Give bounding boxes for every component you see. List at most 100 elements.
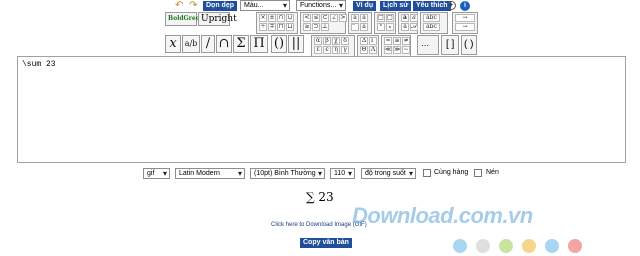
dots-matrix-icon: ⋯	[421, 41, 429, 50]
div-icon[interactable]: ÷	[259, 23, 267, 31]
perp-icon[interactable]: ⊥	[321, 23, 329, 31]
example-button[interactable]: Ví dụ	[353, 1, 377, 11]
lt-icon[interactable]: <	[303, 14, 311, 22]
chi-icon[interactable]: χ	[332, 37, 340, 45]
Gamma-icon[interactable]: Γ	[369, 37, 377, 45]
sqcap-icon[interactable]: ⊓	[277, 23, 285, 31]
dot-accent-icon[interactable]: ȧ	[360, 23, 368, 31]
sum-button[interactable]: Σ	[233, 35, 249, 53]
times-icon[interactable]: ×	[259, 14, 267, 22]
dpi-select[interactable]: 110	[330, 168, 355, 179]
sqcup-icon[interactable]: ⊔	[286, 23, 294, 31]
history-button[interactable]: Lịch sử	[380, 1, 412, 11]
operators-palette[interactable]: × ± ∩ ∪ ÷ ∓ ⊓ ⊔	[256, 12, 298, 34]
subset-icon[interactable]: ⊂	[321, 14, 329, 22]
redo-icon[interactable]: ↷	[189, 1, 199, 11]
slash-button[interactable]: /	[201, 35, 215, 53]
power-icon[interactable]: ⁿ	[377, 23, 385, 31]
arrows-palette[interactable]: → →	[452, 12, 478, 34]
watermark-dot	[545, 239, 559, 253]
Theta-icon[interactable]: Θ	[360, 46, 368, 54]
matrix-palette[interactable]: ⋯	[417, 35, 439, 55]
eta-icon[interactable]: η	[332, 46, 340, 54]
cup-icon[interactable]: ∪	[286, 14, 294, 22]
rendered-formula: ∑ 23	[306, 190, 334, 204]
size-select[interactable]: (10pt) Bình Thường	[250, 168, 325, 179]
rm-icon[interactable]: a	[401, 23, 409, 31]
norm-button[interactable]: ||	[288, 35, 304, 53]
paren-matrix-palette[interactable]: ( )	[461, 35, 477, 55]
Lambda-icon[interactable]: Λ	[369, 46, 377, 54]
format-select[interactable]: gif	[143, 168, 170, 179]
approx-icon[interactable]: ≈	[384, 37, 392, 45]
gg-icon[interactable]: ≫	[393, 46, 401, 54]
bf-icon[interactable]: a	[401, 14, 409, 22]
fraction-button[interactable]: a/b	[182, 35, 200, 53]
gt-icon[interactable]: >	[339, 14, 347, 22]
compress-checkbox[interactable]	[474, 169, 482, 177]
bold-green-button[interactable]: BoldGreen	[165, 12, 204, 26]
epsilon-icon[interactable]: ε	[314, 46, 322, 54]
cal-icon[interactable]: 𝒜	[410, 23, 418, 31]
superscript-button[interactable]: x	[165, 35, 181, 53]
bracket-matrix-palette[interactable]: [ ]	[441, 35, 459, 55]
angle-icon[interactable]: ∠	[330, 14, 338, 22]
mp-icon[interactable]: ∓	[268, 23, 276, 31]
watermark-dot	[499, 239, 513, 253]
latex-editor[interactable]: \sum 23	[17, 56, 626, 163]
ll-icon[interactable]: ≪	[384, 46, 392, 54]
subscript-icon[interactable]: □	[386, 14, 394, 22]
beta-icon[interactable]: β	[323, 37, 331, 45]
parentheses-button[interactable]: ()	[271, 35, 287, 53]
bar-icon[interactable]: ā	[360, 14, 368, 22]
add-favorite-icon[interactable]: +	[447, 1, 456, 10]
le-icon[interactable]: ≤	[312, 14, 320, 22]
it-icon[interactable]: a	[410, 14, 418, 22]
neq-icon[interactable]: ≠	[402, 37, 410, 45]
clear-button[interactable]: Dọn dẹp	[203, 1, 237, 11]
accents-palette[interactable]: âā ⃗ȧ	[348, 12, 372, 34]
sim-icon[interactable]: ∼	[402, 46, 410, 54]
watermark-logo: Download.com.vn	[352, 203, 533, 228]
copy-text-button[interactable]: Copy văn bản	[300, 238, 352, 248]
plus-minus-icon[interactable]: ±	[268, 14, 276, 22]
Delta-icon[interactable]: Δ	[360, 37, 368, 45]
watermark-dot	[522, 239, 536, 253]
underline-icon[interactable]: abc	[423, 23, 440, 31]
hat-icon[interactable]: â	[351, 14, 359, 22]
overline-icon[interactable]: abc	[423, 14, 440, 22]
color-select[interactable]: Màu...	[240, 0, 290, 11]
accent-bars-palette[interactable]: abc abc	[420, 12, 448, 34]
supset-icon[interactable]: ⊃	[312, 23, 320, 31]
product-button[interactable]: Π	[250, 35, 268, 53]
superscript-icon[interactable]: □	[377, 14, 385, 22]
inline-checkbox[interactable]	[423, 169, 431, 177]
font-select[interactable]: Latin Modern	[175, 168, 245, 179]
favorites-button[interactable]: Yêu thích	[413, 1, 451, 11]
index-icon[interactable]: ₙ	[386, 23, 394, 31]
fonts-palette[interactable]: aa a𝒜	[398, 12, 418, 34]
right-arrow-icon[interactable]: →	[455, 23, 475, 31]
vec-icon[interactable]: ⃗	[351, 23, 359, 31]
greek-palette[interactable]: αβχδ εϵηγ	[311, 35, 355, 57]
delta-icon[interactable]: δ	[341, 37, 349, 45]
undo-icon[interactable]: ↶	[175, 1, 185, 11]
alpha-icon[interactable]: α	[314, 37, 322, 45]
varepsilon-icon[interactable]: ϵ	[323, 46, 331, 54]
relations-palette[interactable]: < ≤ ⊂ ∠ > ≥ ⊃ ⊥	[300, 12, 347, 34]
functions-select[interactable]: Functions...	[296, 0, 346, 11]
intersection-button[interactable]: ∩	[216, 35, 232, 53]
overset-arrow-icon[interactable]: →	[455, 14, 475, 22]
upright-button[interactable]: Upright	[198, 12, 237, 26]
transparency-select[interactable]: độ trong suốt	[361, 168, 416, 179]
ge-icon[interactable]: ≥	[303, 23, 311, 31]
comparison-palette[interactable]: ≈ ≡ ≠ ≪ ≫ ∼	[381, 35, 411, 57]
paren-matrix-icon: ( )	[464, 39, 474, 50]
gamma-icon[interactable]: γ	[341, 46, 349, 54]
cap-icon[interactable]: ∩	[277, 14, 285, 22]
equiv-icon[interactable]: ≡	[393, 37, 401, 45]
sub-super-palette[interactable]: □ □ ⁿₙ	[374, 12, 396, 34]
help-icon[interactable]: i	[460, 1, 470, 11]
greek-upper-palette[interactable]: ΔΓ ΘΛ	[357, 35, 379, 57]
inline-label: Cùng hàng	[434, 169, 469, 176]
